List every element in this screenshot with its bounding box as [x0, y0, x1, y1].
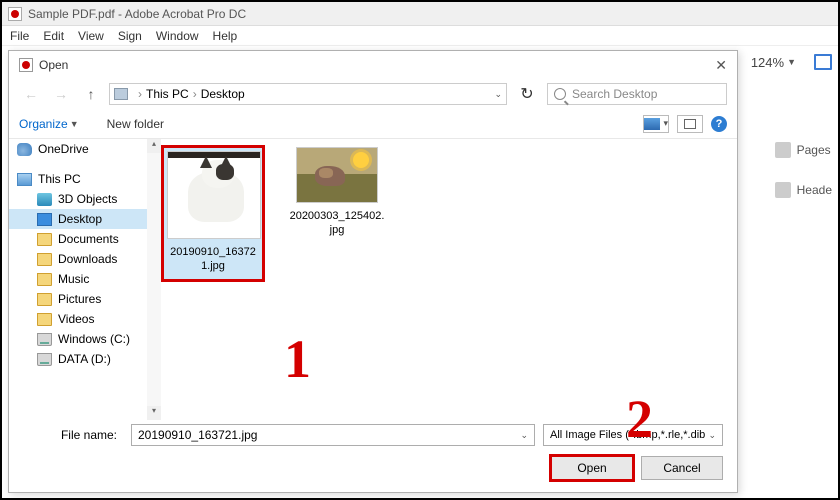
drive-icon — [37, 353, 52, 366]
crumb-leaf[interactable]: Desktop — [201, 87, 245, 101]
refresh-button[interactable]: ↻ — [513, 84, 541, 104]
dialog-titlebar: Open ✕ — [9, 51, 737, 79]
header-icon — [775, 182, 791, 198]
cube-icon — [37, 193, 52, 206]
tree-desktop[interactable]: Desktop — [9, 209, 149, 229]
tree-music[interactable]: Music — [9, 269, 149, 289]
command-row: Organize ▼ New folder ▾ ? — [9, 109, 737, 139]
chevron-right-icon: › — [193, 87, 197, 101]
file-item-selected[interactable]: 20190910_163721.jpg — [163, 147, 263, 280]
file-name: 20190910_163721.jpg — [167, 245, 259, 274]
search-placeholder: Search Desktop — [572, 87, 657, 101]
tree-videos[interactable]: Videos — [9, 309, 149, 329]
chevron-down-icon: ▼ — [70, 119, 79, 129]
file-name: 20200303_125402.jpg — [287, 209, 387, 238]
close-icon[interactable]: ✕ — [715, 57, 727, 74]
fit-page-icon[interactable] — [814, 54, 832, 70]
new-folder-button[interactable]: New folder — [107, 117, 164, 131]
preview-pane-button[interactable] — [677, 115, 703, 133]
crumb-root[interactable]: This PC — [146, 87, 189, 101]
nav-tree: OneDrive This PC 3D Objects Desktop Docu… — [9, 139, 149, 420]
forward-button[interactable]: → — [49, 86, 73, 102]
filename-value: 20190910_163721.jpg — [138, 428, 257, 442]
search-icon — [554, 88, 566, 100]
chevron-down-icon: ▾ — [663, 118, 668, 129]
folder-icon — [37, 273, 52, 286]
folder-icon — [37, 313, 52, 326]
pdf-icon — [8, 7, 22, 21]
breadcrumb[interactable]: › This PC › Desktop ⌄ — [109, 83, 507, 105]
app-titlebar: Sample PDF.pdf - Adobe Acrobat Pro DC — [2, 2, 838, 26]
tree-this-pc[interactable]: This PC — [9, 169, 149, 189]
tree-downloads[interactable]: Downloads — [9, 249, 149, 269]
menu-help[interactable]: Help — [213, 29, 238, 43]
file-pane[interactable]: 20190910_163721.jpg 20200303_125402.jpg — [149, 139, 737, 420]
menu-file[interactable]: File — [10, 29, 29, 43]
desktop-icon — [37, 213, 52, 226]
open-button[interactable]: Open — [551, 456, 633, 480]
app-title: Sample PDF.pdf - Adobe Acrobat Pro DC — [28, 7, 246, 21]
panel-header[interactable]: Heade — [775, 182, 832, 198]
dialog-title: Open — [39, 58, 68, 72]
thumbnail-icon — [167, 151, 261, 239]
menu-view[interactable]: View — [78, 29, 104, 43]
folder-icon — [37, 233, 52, 246]
tree-windows-c[interactable]: Windows (C:) — [9, 329, 149, 349]
tree-3d-objects[interactable]: 3D Objects — [9, 189, 149, 209]
menu-window[interactable]: Window — [156, 29, 199, 43]
drive-icon — [37, 333, 52, 346]
chevron-down-icon[interactable]: ⌄ — [520, 430, 528, 441]
right-panel: Pages Heade — [775, 142, 832, 198]
toolbar-right: 124% ▼ — [751, 54, 832, 70]
cancel-button[interactable]: Cancel — [641, 456, 723, 480]
zoom-control[interactable]: 124% ▼ — [751, 55, 796, 70]
tree-pictures[interactable]: Pictures — [9, 289, 149, 309]
filetype-dropdown[interactable]: All Image Files (*.bmp,*.rle,*.dib ⌄ — [543, 424, 723, 446]
pdf-icon — [19, 58, 33, 72]
search-input[interactable]: Search Desktop — [547, 83, 727, 105]
pane-icon — [684, 119, 696, 129]
chevron-down-icon[interactable]: ⌄ — [494, 89, 502, 100]
folder-icon — [37, 293, 52, 306]
filename-label: File name: — [23, 428, 123, 442]
help-icon[interactable]: ? — [711, 116, 727, 132]
back-button[interactable]: ← — [19, 86, 43, 102]
tree-documents[interactable]: Documents — [9, 229, 149, 249]
pages-icon — [775, 142, 791, 158]
tree-data-d[interactable]: DATA (D:) — [9, 349, 149, 369]
nav-row: ← → ↑ › This PC › Desktop ⌄ ↻ Search Des… — [9, 79, 737, 109]
folder-icon — [37, 253, 52, 266]
view-mode-thumb[interactable]: ▾ — [643, 115, 669, 133]
pc-icon — [17, 173, 32, 186]
menu-sign[interactable]: Sign — [118, 29, 142, 43]
up-button[interactable]: ↑ — [79, 86, 103, 102]
picture-icon — [644, 118, 660, 130]
thumbnail-icon — [296, 147, 378, 203]
menubar[interactable]: File Edit View Sign Window Help — [2, 26, 838, 46]
menu-edit[interactable]: Edit — [43, 29, 64, 43]
open-dialog: Open ✕ ← → ↑ › This PC › Desktop ⌄ ↻ Sea… — [8, 50, 738, 493]
dialog-footer: File name: 20190910_163721.jpg ⌄ All Ima… — [9, 420, 737, 492]
panel-pages[interactable]: Pages — [775, 142, 832, 158]
chevron-down-icon: ▼ — [787, 57, 796, 67]
chevron-down-icon: ⌄ — [708, 430, 716, 441]
onedrive-icon — [17, 143, 32, 156]
tree-onedrive[interactable]: OneDrive — [9, 139, 149, 159]
filename-input[interactable]: 20190910_163721.jpg ⌄ — [131, 424, 535, 446]
filetype-value: All Image Files (*.bmp,*.rle,*.dib — [550, 429, 705, 441]
file-item[interactable]: 20200303_125402.jpg — [287, 147, 387, 238]
zoom-value: 124% — [751, 55, 784, 70]
pc-icon — [114, 88, 128, 100]
organize-button[interactable]: Organize ▼ — [19, 117, 79, 131]
chevron-right-icon: › — [138, 87, 142, 101]
